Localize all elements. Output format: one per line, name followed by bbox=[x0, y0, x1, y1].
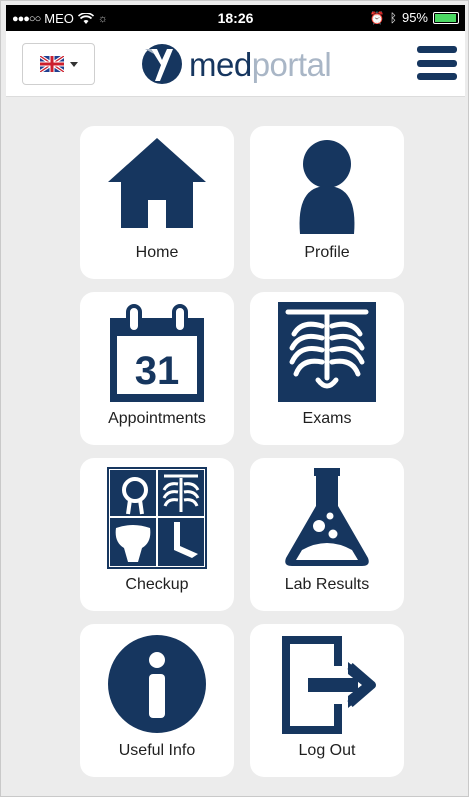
tile-lab-results-label: Lab Results bbox=[284, 576, 370, 593]
xray-icon bbox=[278, 302, 376, 402]
flask-icon bbox=[285, 468, 369, 566]
chevron-down-icon bbox=[69, 61, 78, 67]
tile-exams[interactable]: Exams bbox=[250, 292, 404, 445]
tile-lab-results[interactable]: Lab Results bbox=[250, 458, 404, 611]
uk-flag-icon bbox=[39, 56, 64, 72]
calendar-day: 31 bbox=[135, 349, 180, 393]
alarm-icon: ⏰ bbox=[369, 10, 385, 25]
status-right: ⏰ ᛒ 95% bbox=[370, 10, 459, 25]
tile-home-label: Home bbox=[135, 244, 179, 261]
checkup-icon bbox=[107, 467, 207, 569]
tile-appointments-label: Appointments bbox=[108, 410, 206, 427]
tile-useful-info[interactable]: Useful Info bbox=[80, 624, 234, 777]
hamburger-menu-button[interactable] bbox=[417, 46, 457, 80]
battery-percent: 95% bbox=[401, 10, 428, 25]
menu-bar-icon bbox=[417, 59, 457, 67]
logo-text-main: med bbox=[189, 45, 252, 83]
tile-profile-label: Profile bbox=[304, 244, 350, 261]
calendar-icon: 31 bbox=[110, 304, 204, 402]
logo-text-light: portal bbox=[251, 45, 332, 83]
battery-icon bbox=[433, 11, 459, 24]
main-menu-grid: Home Profile 31 Appointments Exams Check… bbox=[80, 126, 404, 777]
bluetooth-icon: ᛒ bbox=[389, 10, 397, 25]
language-selector[interactable] bbox=[22, 43, 95, 85]
tile-exams-label: Exams bbox=[302, 410, 352, 427]
tile-log-out[interactable]: Log Out bbox=[250, 624, 404, 777]
tile-appointments[interactable]: 31 Appointments bbox=[80, 292, 234, 445]
tile-home[interactable]: Home bbox=[80, 126, 234, 279]
app-frame: ●●●○○ MEO ☼ 18:26 ⏰ ᛒ 95% medportal Home… bbox=[0, 0, 469, 797]
menu-bar-icon bbox=[417, 73, 457, 80]
app-header: medportal bbox=[6, 31, 465, 97]
logo-mark-icon bbox=[142, 44, 182, 84]
menu-bar-icon bbox=[417, 46, 457, 53]
tile-useful-info-label: Useful Info bbox=[118, 742, 196, 759]
info-icon bbox=[108, 635, 206, 733]
status-bar: ●●●○○ MEO ☼ 18:26 ⏰ ᛒ 95% bbox=[6, 5, 465, 31]
logo-text: medportal bbox=[189, 45, 332, 83]
tile-checkup[interactable]: Checkup bbox=[80, 458, 234, 611]
logout-icon bbox=[282, 636, 376, 734]
medportal-logo: medportal bbox=[141, 42, 332, 86]
home-icon bbox=[108, 138, 206, 228]
profile-icon bbox=[299, 140, 355, 234]
tile-log-out-label: Log Out bbox=[298, 742, 356, 759]
tile-checkup-label: Checkup bbox=[125, 576, 189, 593]
tile-profile[interactable]: Profile bbox=[250, 126, 404, 279]
